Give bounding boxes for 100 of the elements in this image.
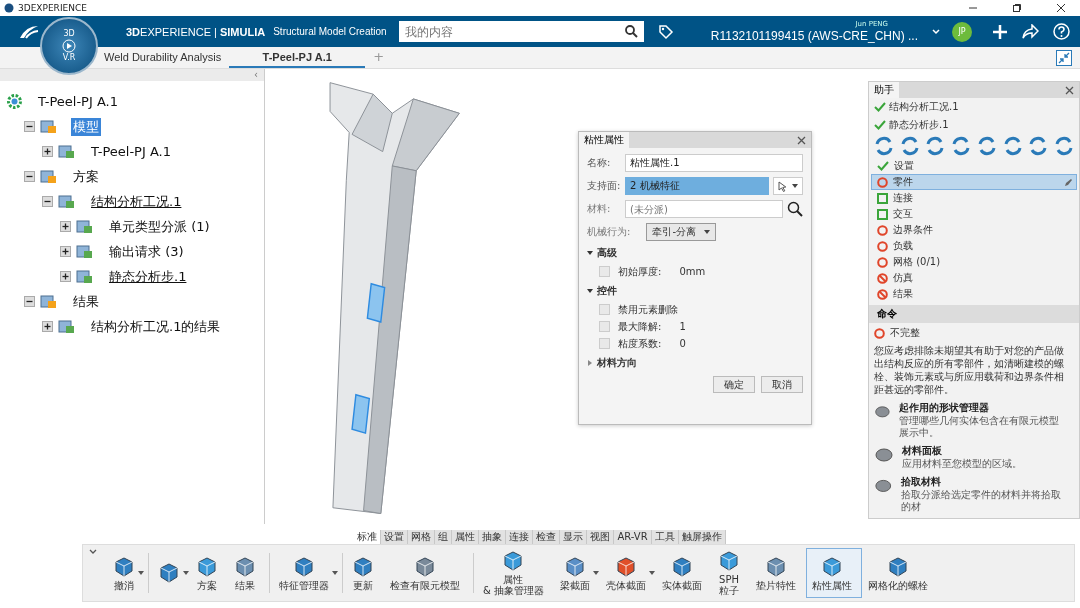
support-field[interactable]: 2 机械特征 — [625, 177, 769, 195]
step-item[interactable]: 边界条件 — [871, 222, 1077, 238]
field-label: 机械行为: — [587, 225, 631, 239]
tree-item[interactable]: 方案 — [71, 167, 101, 186]
plus-icon[interactable] — [992, 23, 1008, 40]
tool-button[interactable]: 检查有限元模型 — [384, 548, 470, 598]
gear-icon — [6, 93, 23, 110]
close-icon[interactable] — [1056, 3, 1066, 13]
material-field[interactable]: (未分派) — [625, 200, 783, 218]
search-field[interactable]: 我的内容 — [398, 21, 644, 43]
command-description: 拾取分派给选定零件的材料并将拾取的材 — [900, 489, 1062, 513]
behavior-dropdown[interactable]: 牵引-分离 — [646, 223, 716, 241]
caret-icon[interactable] — [183, 571, 189, 575]
collapse-icon[interactable] — [1056, 49, 1072, 66]
help-icon[interactable] — [1053, 23, 1070, 40]
document-tab[interactable]: Weld Durability Analysis — [96, 47, 230, 68]
tool-button[interactable]: 壳体截面 — [600, 548, 656, 598]
refresh-icon[interactable] — [1028, 136, 1049, 156]
checkbox[interactable] — [599, 321, 610, 332]
tool-button[interactable]: 粘性属性 — [806, 548, 862, 598]
expander-icon[interactable] — [60, 246, 71, 257]
tool-button[interactable]: 撤消 — [107, 548, 145, 598]
tree-item[interactable]: 结果 — [71, 292, 101, 311]
expander-icon[interactable] — [60, 271, 71, 282]
panel-collapse-button[interactable]: ‹ — [254, 69, 258, 81]
caret-icon[interactable] — [138, 571, 144, 575]
share-icon[interactable] — [1022, 24, 1039, 39]
step-item[interactable]: 负载 — [871, 238, 1077, 254]
tool-button[interactable]: 垫片特性 — [750, 548, 806, 598]
tool-button[interactable]: 网格化的螺栓 — [862, 548, 938, 598]
tree-item[interactable]: 结构分析工况.1 — [89, 192, 184, 211]
refresh-icon[interactable] — [1053, 136, 1074, 156]
play-icon[interactable] — [62, 39, 76, 53]
refresh-icon[interactable] — [925, 136, 946, 156]
refresh-icon[interactable] — [951, 136, 972, 156]
tree-item[interactable]: 静态分析步.1 — [107, 267, 189, 286]
step-item[interactable]: 设置 — [871, 158, 1077, 174]
dialog-button[interactable]: 取消 — [761, 376, 803, 393]
tree-item[interactable]: T-Peel-PJ A.1 — [89, 144, 173, 159]
step-item[interactable]: 连接 — [871, 190, 1077, 206]
circle-icon — [874, 327, 885, 339]
expander-icon[interactable] — [42, 321, 53, 332]
pencil-icon[interactable] — [1064, 177, 1073, 187]
tree-item[interactable]: T-Peel-PJ A.1 — [36, 94, 120, 109]
caret-icon[interactable] — [587, 288, 593, 294]
caret-icon[interactable] — [332, 571, 338, 575]
tool-button[interactable]: 更新 — [346, 548, 384, 598]
refresh-icon[interactable] — [899, 136, 920, 156]
command-link[interactable]: 材料面板 — [902, 444, 1022, 458]
refresh-icon[interactable] — [976, 136, 997, 156]
expander-icon[interactable] — [42, 146, 53, 157]
restore-icon[interactable] — [1012, 3, 1022, 13]
app-title: Structural Model Creation — [273, 26, 387, 37]
section-title[interactable]: 高级 — [597, 246, 617, 260]
search-icon[interactable] — [787, 201, 803, 217]
tree-item[interactable]: 输出请求 (3) — [107, 242, 186, 261]
checkbox[interactable] — [599, 266, 610, 277]
tool-button[interactable]: 方案 — [190, 548, 228, 598]
command-link[interactable]: 拾取材料 — [900, 475, 1067, 489]
section-title[interactable]: 控件 — [597, 284, 617, 298]
expander-icon[interactable] — [24, 296, 35, 307]
tag-icon[interactable] — [657, 23, 674, 40]
tree-item[interactable]: 单元类型分派 (1) — [107, 217, 212, 236]
cube-icon — [158, 562, 180, 584]
selection-mode-button[interactable] — [773, 177, 803, 195]
tool-button[interactable]: 实体截面 — [656, 548, 712, 598]
step-item[interactable]: 零件 — [871, 174, 1077, 190]
expander-icon[interactable] — [24, 171, 35, 182]
step-item[interactable]: 仿真 — [871, 270, 1077, 286]
expander-icon[interactable] — [42, 196, 53, 207]
checkbox[interactable] — [599, 338, 610, 349]
close-icon[interactable] — [797, 135, 806, 145]
refresh-icon[interactable] — [1002, 136, 1023, 156]
chevron-down-icon[interactable] — [89, 549, 97, 555]
tool-button[interactable]: 属性 & 抽象管理器 — [477, 548, 554, 598]
search-icon[interactable] — [624, 24, 638, 38]
name-field[interactable]: 粘性属性.1 — [625, 154, 803, 172]
tree-item[interactable]: 模型 — [71, 117, 101, 136]
step-item[interactable]: 交互 — [871, 206, 1077, 222]
expander-icon[interactable] — [24, 121, 35, 132]
caret-icon[interactable] — [593, 571, 599, 575]
dialog-button[interactable]: 确定 — [713, 376, 755, 393]
expander-icon[interactable] — [60, 221, 71, 232]
tool-button[interactable]: 结果 — [228, 548, 266, 598]
tool-button[interactable]: SPH 粒子 — [712, 548, 750, 598]
caret-icon[interactable] — [649, 571, 655, 575]
checkbox[interactable] — [599, 304, 610, 315]
command-link[interactable]: 起作用的形状管理器 — [898, 401, 1067, 415]
cube-icon — [615, 555, 637, 578]
toolbar-tab[interactable]: 标准 — [354, 530, 382, 544]
step-item[interactable]: 网格 (0/1) — [871, 254, 1077, 270]
tool-button[interactable]: 特征管理器 — [273, 548, 339, 598]
tree-item[interactable]: 结构分析工况.1的结果 — [89, 317, 223, 336]
caret-icon[interactable] — [587, 250, 593, 256]
tool-button[interactable]: 梁截面 — [554, 548, 600, 598]
tenant-selector[interactable]: R1132101199415 (AWS-CRE_CHN) ... — [710, 30, 918, 42]
section-title[interactable]: 材料方向 — [597, 356, 637, 370]
step-item[interactable]: 结果 — [871, 286, 1077, 302]
refresh-icon[interactable] — [874, 136, 894, 156]
close-icon[interactable] — [1065, 85, 1074, 95]
